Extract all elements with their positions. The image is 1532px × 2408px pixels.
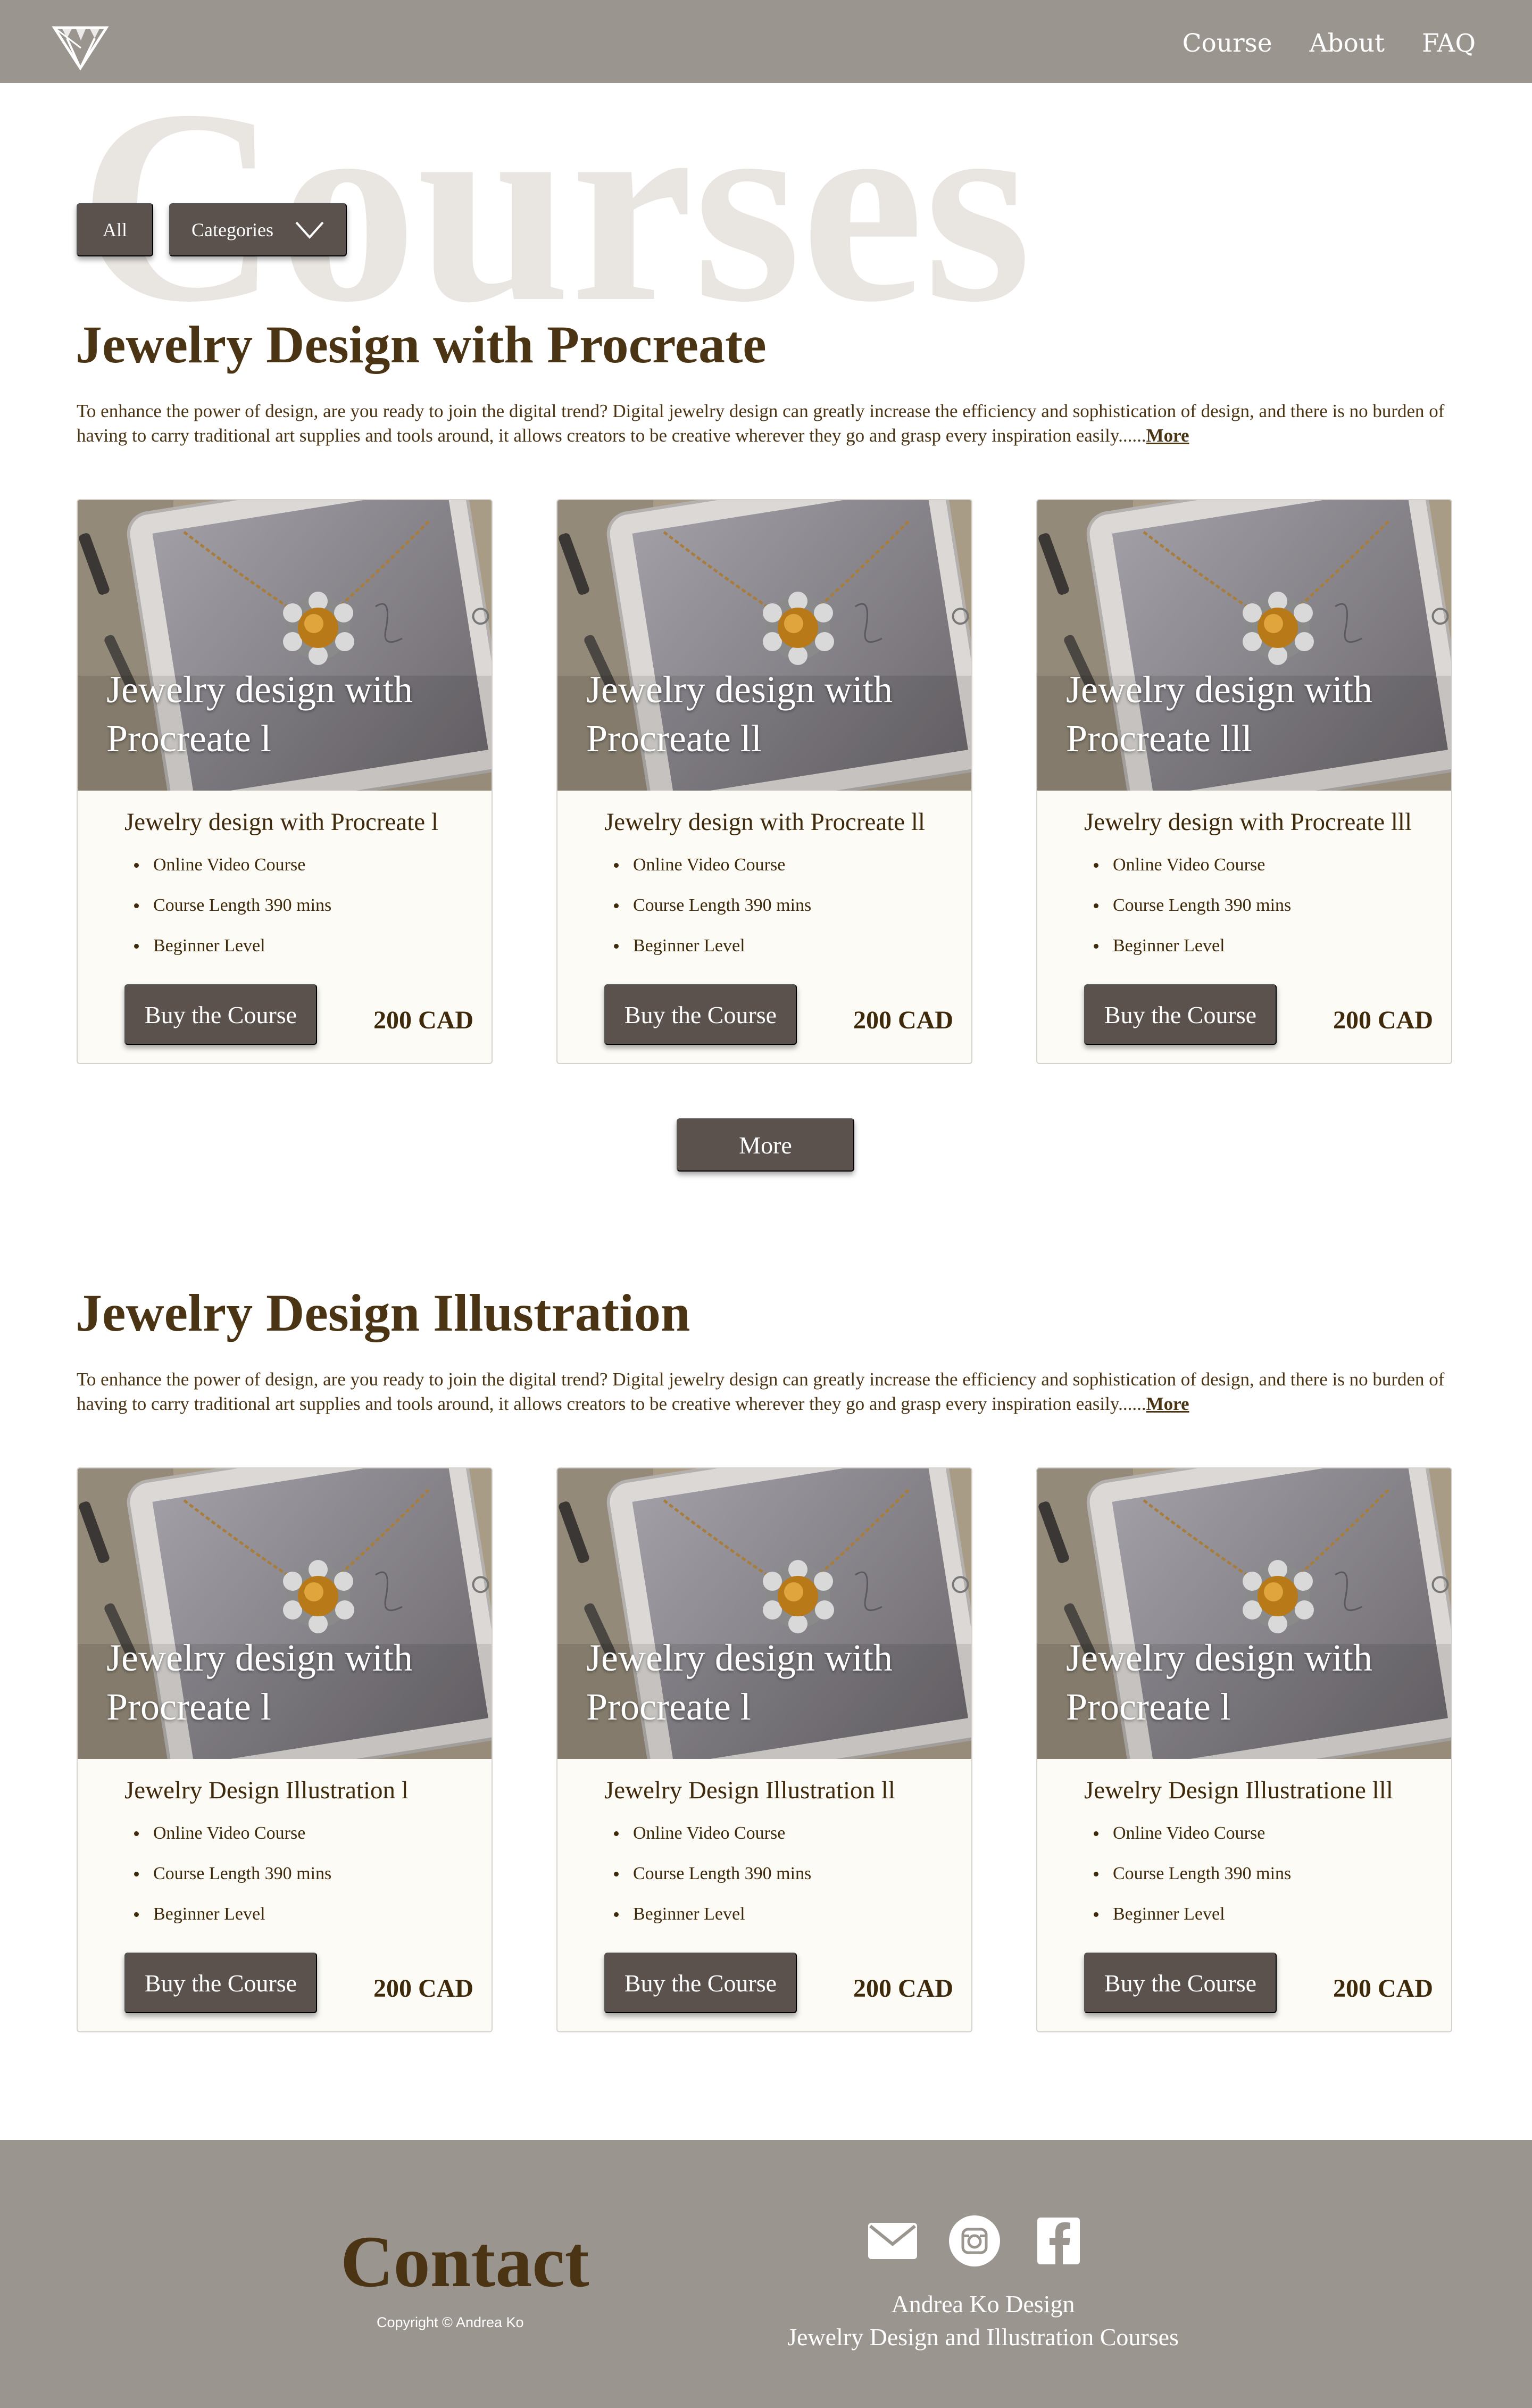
section-title: Jewelry Design with Procreate xyxy=(76,315,767,374)
read-more-link[interactable]: More xyxy=(1146,425,1189,446)
course-features: Online Video Course Course Length 390 min… xyxy=(124,1824,331,1945)
course-feature-item: Beginner Level xyxy=(124,1905,331,1945)
course-feature-item: Beginner Level xyxy=(1084,1905,1291,1945)
course-features: Online Video Course Course Length 390 min… xyxy=(1084,1824,1291,1945)
course-feature-item: Online Video Course xyxy=(1084,856,1291,896)
chevron-down-icon xyxy=(295,221,324,239)
nav-link-course[interactable]: Course xyxy=(1183,31,1272,56)
course-feature-item: Course Length 390 mins xyxy=(124,896,331,936)
section-description-text: To enhance the power of design, are you … xyxy=(77,1369,1445,1414)
course-price: 200 CAD xyxy=(373,1974,473,2003)
nav-link-faq[interactable]: FAQ xyxy=(1422,31,1476,56)
nav-links: Course About FAQ xyxy=(1183,31,1476,56)
course-image-title: Jewelry design with Procreate l xyxy=(1066,1637,1372,1728)
course-price: 200 CAD xyxy=(1333,1974,1433,2003)
section-title: Jewelry Design Illustration xyxy=(76,1283,690,1342)
nav-link-about[interactable]: About xyxy=(1310,31,1385,56)
course-name: Jewelry Design Illustratione lll xyxy=(1084,1776,1393,1804)
course-features: Online Video Course Course Length 390 min… xyxy=(604,1824,811,1945)
course-feature-item: Online Video Course xyxy=(124,856,331,896)
course-card: Jewelry design with Procreate l Jewelry D… xyxy=(556,1467,972,2032)
brand-tagline: Jewelry Design and Illustration Courses xyxy=(787,2323,1179,2351)
read-more-link[interactable]: More xyxy=(1146,1393,1189,1414)
course-image[interactable]: Jewelry design with Procreate ll xyxy=(557,500,971,791)
brand-name: Andrea Ko Design xyxy=(891,2290,1075,2318)
course-feature-item: Course Length 390 mins xyxy=(604,896,811,936)
course-feature-item: Course Length 390 mins xyxy=(1084,896,1291,936)
course-feature-item: Course Length 390 mins xyxy=(124,1864,331,1905)
course-image[interactable]: Jewelry design with Procreate l xyxy=(78,500,492,791)
course-image[interactable]: Jewelry design with Procreate lll xyxy=(1037,500,1451,791)
instagram-icon[interactable] xyxy=(948,2214,1001,2268)
more-courses-button[interactable]: More xyxy=(677,1118,854,1172)
course-image[interactable]: Jewelry design with Procreate l xyxy=(557,1468,971,1759)
buy-course-button[interactable]: Buy the Course xyxy=(604,984,797,1045)
copyright-text: Copyright © Andrea Ko xyxy=(377,2314,524,2330)
buy-course-button[interactable]: Buy the Course xyxy=(604,1953,797,2013)
course-image[interactable]: Jewelry design with Procreate l xyxy=(1037,1468,1451,1759)
course-price: 200 CAD xyxy=(1333,1006,1433,1034)
course-feature-item: Beginner Level xyxy=(604,1905,811,1945)
course-feature-item: Online Video Course xyxy=(604,1824,811,1864)
course-features: Online Video Course Course Length 390 min… xyxy=(604,856,811,977)
facebook-icon[interactable] xyxy=(1032,2214,1085,2268)
course-feature-item: Course Length 390 mins xyxy=(1084,1864,1291,1905)
course-feature-item: Beginner Level xyxy=(1084,936,1291,977)
course-image-title: Jewelry design with Procreate l xyxy=(106,1637,413,1728)
course-image-title: Jewelry design with Procreate ll xyxy=(586,668,893,760)
course-image-title: Jewelry design with Procreate lll xyxy=(1066,668,1372,760)
course-feature-item: Online Video Course xyxy=(604,856,811,896)
course-card: Jewelry design with Procreate ll Jewelry … xyxy=(556,499,972,1064)
buy-course-button[interactable]: Buy the Course xyxy=(1084,1953,1277,2013)
filter-all-button[interactable]: All xyxy=(77,203,153,256)
course-feature-item: Online Video Course xyxy=(1084,1824,1291,1864)
buy-course-button[interactable]: Buy the Course xyxy=(124,984,317,1045)
course-price: 200 CAD xyxy=(373,1006,473,1034)
course-image[interactable]: Jewelry design with Procreate l xyxy=(78,1468,492,1759)
course-name: Jewelry Design Illustration ll xyxy=(604,1776,895,1804)
course-price: 200 CAD xyxy=(853,1006,953,1034)
course-name: Jewelry design with Procreate ll xyxy=(604,808,925,836)
course-feature-item: Beginner Level xyxy=(604,936,811,977)
categories-label: Categories xyxy=(192,219,273,240)
section-description: To enhance the power of design, are you … xyxy=(77,1367,1460,1416)
course-card: Jewelry design with Procreate l Jewelry D… xyxy=(77,1467,493,2032)
course-card: Jewelry design with Procreate lll Jewelry… xyxy=(1036,499,1452,1064)
buy-course-button[interactable]: Buy the Course xyxy=(1084,984,1277,1045)
course-feature-item: Course Length 390 mins xyxy=(604,1864,811,1905)
footer: Contact Copyright © Andrea Ko Andrea Ko … xyxy=(0,2140,1532,2408)
course-feature-item: Online Video Course xyxy=(124,1824,331,1864)
course-price: 200 CAD xyxy=(853,1974,953,2003)
course-image-title: Jewelry design with Procreate l xyxy=(586,1637,893,1728)
course-name: Jewelry Design Illustration l xyxy=(124,1776,409,1804)
course-features: Online Video Course Course Length 390 min… xyxy=(124,856,331,977)
categories-dropdown[interactable]: Categories xyxy=(169,203,347,256)
contact-title: Contact xyxy=(340,2221,589,2302)
course-card: Jewelry design with Procreate l Jewelry d… xyxy=(77,499,493,1064)
course-features: Online Video Course Course Length 390 min… xyxy=(1084,856,1291,977)
course-card: Jewelry design with Procreate l Jewelry D… xyxy=(1036,1467,1452,2032)
course-image-title: Jewelry design with Procreate l xyxy=(106,668,413,760)
mail-icon[interactable] xyxy=(866,2214,919,2268)
section-description-text: To enhance the power of design, are you … xyxy=(77,401,1445,446)
course-name: Jewelry design with Procreate lll xyxy=(1084,808,1412,836)
section-description: To enhance the power of design, are you … xyxy=(77,399,1460,448)
course-name: Jewelry design with Procreate l xyxy=(124,808,438,836)
course-feature-item: Beginner Level xyxy=(124,936,331,977)
buy-course-button[interactable]: Buy the Course xyxy=(124,1953,317,2013)
